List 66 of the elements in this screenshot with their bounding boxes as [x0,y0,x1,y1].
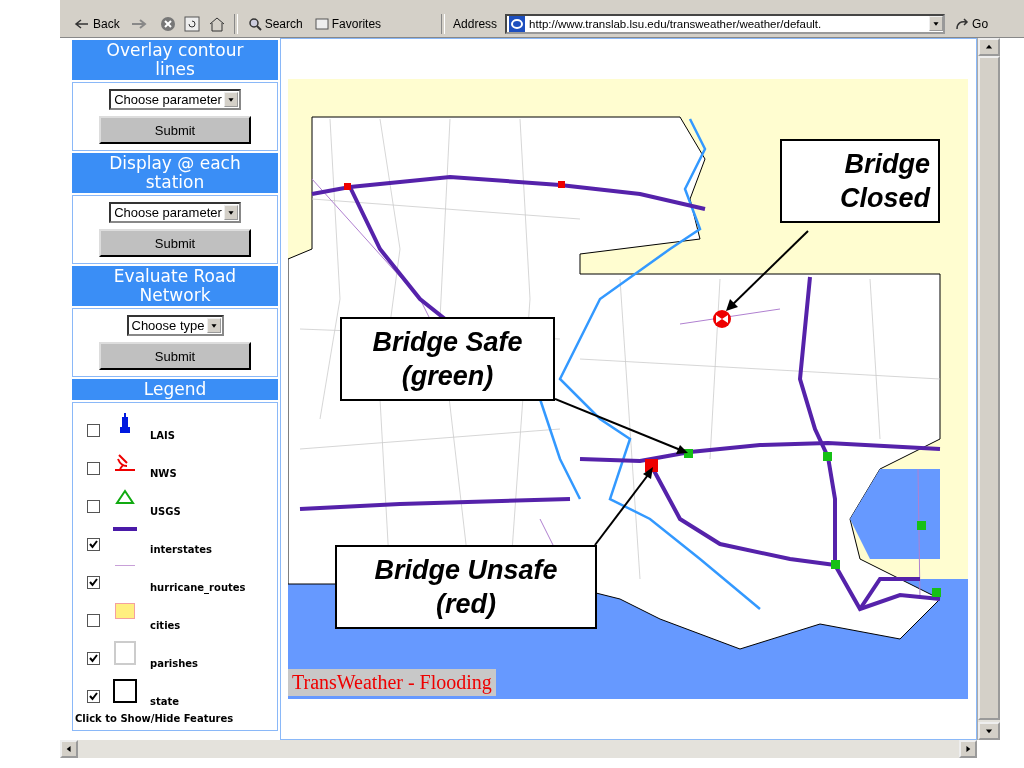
callout-label: Bridge Safe (green) [340,317,555,401]
thin-line-icon [115,565,135,566]
checkbox[interactable] [87,576,100,589]
dropdown[interactable]: Choose parameter [109,89,241,110]
horizontal-scrollbar[interactable] [60,740,977,758]
outline-swatch-icon [113,679,137,703]
stop-icon[interactable] [159,15,176,32]
favorites-button[interactable]: Favorites [312,16,384,31]
dropdown[interactable]: Choose type [126,315,224,336]
scroll-left-icon[interactable] [60,740,78,758]
legend-label: state [150,696,180,707]
checkbox[interactable] [87,614,100,627]
safe-bridge-marker [917,521,926,530]
panel-header: Evaluate Road Network [72,266,278,306]
scroll-up-icon[interactable] [978,38,1000,56]
page-icon [509,15,526,32]
scroll-right-icon[interactable] [959,740,977,758]
search-icon [247,16,262,31]
legend-label: interstates [150,544,213,555]
address-label: Address [453,16,498,31]
outline-swatch-icon [114,641,136,665]
triangle-icon [115,489,135,505]
legend-label: parishes [150,658,199,669]
back-button[interactable]: Back [72,16,122,31]
safe-bridge-marker [823,452,832,461]
checkmark-icon [89,540,98,549]
legend-label: NWS [150,468,177,479]
checkbox[interactable] [87,500,100,513]
panel-header: Overlay contour lines [72,40,278,80]
submit-button[interactable]: Submit [99,229,251,257]
tower-icon [120,413,130,433]
checkbox[interactable] [87,462,100,475]
panel-header: Display @ each station [72,153,278,193]
folder-icon [314,17,329,30]
bridge-closed-icon [712,309,732,329]
legend-label: hurricane_routes [150,582,246,593]
dropdown[interactable]: Choose parameter [109,202,241,223]
refresh-icon[interactable] [183,15,200,32]
checkbox[interactable] [87,690,100,703]
checkmark-icon [89,578,98,587]
map-caption: TransWeather - Flooding [288,669,496,696]
area-swatch-icon [115,603,135,619]
checkbox[interactable] [87,538,100,551]
address-field[interactable]: http://www.translab.lsu.edu/transweather/weather/default. [505,13,946,34]
safe-bridge-marker [831,560,840,569]
go-button[interactable]: Go [953,16,991,31]
safe-bridge-marker [932,588,941,597]
legend-label: USGS [150,506,181,517]
submit-button[interactable]: Submit [99,342,251,370]
home-icon[interactable] [207,15,226,32]
scroll-down-icon[interactable] [978,722,1000,740]
legend-label: LAIS [150,430,176,441]
callout-label: Bridge Unsafe (red) [335,545,597,629]
checkmark-icon [89,692,98,701]
legend-label: cities [150,620,181,631]
checkmark-icon [89,654,98,663]
search-button[interactable]: Search [245,16,305,31]
back-arrow-icon [74,17,90,30]
satellite-dish-icon [115,451,135,471]
submit-button[interactable]: Submit [99,116,251,144]
legend-hint: Click to Show/Hide Features [75,713,235,724]
checkbox[interactable] [87,652,100,665]
go-arrow-icon [955,17,970,30]
callout-label: Bridge Closed [780,139,940,223]
panel-header: Legend [72,379,278,400]
checkbox[interactable] [87,424,100,437]
